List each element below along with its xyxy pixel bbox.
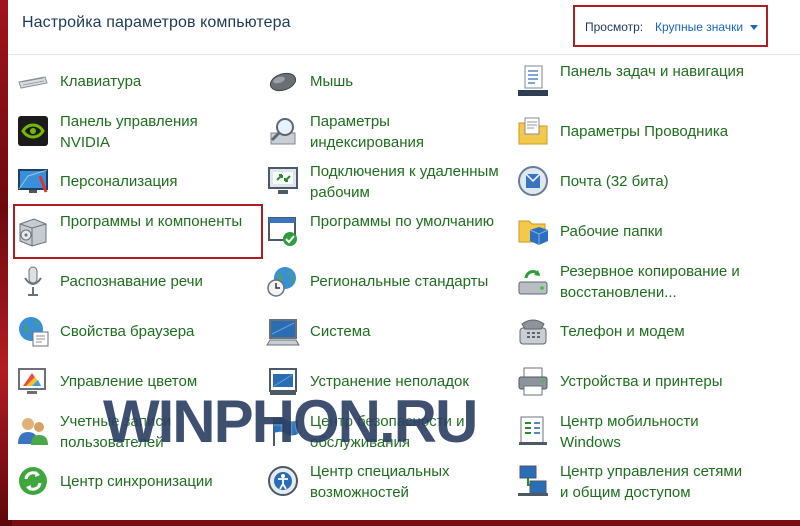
item-work-folders[interactable]: Рабочие папки bbox=[508, 206, 748, 256]
network-icon bbox=[518, 465, 548, 496]
item-label: Центр специальных возможностей bbox=[310, 463, 450, 501]
item-label: Региональные стандарты bbox=[310, 273, 489, 290]
highlight-box bbox=[13, 204, 263, 259]
item-label: Параметры индексирования bbox=[310, 113, 424, 151]
view-by-label: Просмотр: bbox=[585, 20, 644, 34]
item-devices-printers[interactable]: Устройства и принтеры bbox=[508, 356, 748, 406]
view-by-dropdown[interactable]: Крупные значки bbox=[655, 20, 759, 34]
troubleshooting-icon bbox=[269, 368, 297, 395]
item-label: Персонализация bbox=[60, 173, 178, 190]
item-label: Подключения к удаленным рабочим bbox=[310, 163, 499, 201]
taskbar-icon bbox=[518, 65, 548, 96]
item-backup[interactable]: Резервное копирование и восстановлени... bbox=[508, 256, 748, 306]
item-sync-center[interactable]: Центр синхронизации bbox=[8, 456, 248, 506]
chevron-down-icon bbox=[750, 25, 759, 31]
item-phone[interactable]: Телефон и модем bbox=[508, 306, 748, 356]
item-security-center[interactable]: Центр безопасности и обслуживания bbox=[258, 406, 498, 456]
system-icon bbox=[266, 319, 300, 346]
keyboard-icon bbox=[18, 76, 48, 89]
mouse-icon bbox=[269, 72, 297, 92]
item-label: Распознавание речи bbox=[60, 273, 203, 290]
item-label: Центр синхронизации bbox=[60, 473, 213, 490]
control-panel-items: Клавиатура Мышь Панель задач и навигация bbox=[8, 55, 800, 520]
item-label: Система bbox=[310, 323, 371, 340]
view-by-control: Просмотр: Крупные значки bbox=[573, 5, 768, 47]
personalization-icon bbox=[18, 169, 48, 193]
item-label: Устройства и принтеры bbox=[560, 373, 723, 390]
phone-icon bbox=[519, 319, 547, 345]
item-nvidia[interactable]: Панель управления NVIDIA bbox=[8, 106, 248, 156]
microphone-icon bbox=[24, 266, 42, 296]
printer-icon bbox=[518, 367, 548, 396]
folder-options-icon bbox=[518, 117, 548, 145]
item-label: Мышь bbox=[310, 73, 354, 90]
item-label: Параметры Проводника bbox=[560, 123, 729, 140]
item-label: Управление цветом bbox=[60, 373, 198, 390]
mail-icon bbox=[518, 166, 548, 196]
header-bar: Настройка параметров компьютера Просмотр… bbox=[8, 0, 800, 55]
item-label: Панель управления NVIDIA bbox=[60, 113, 198, 151]
item-label: Почта (32 бита) bbox=[560, 173, 669, 190]
users-icon bbox=[18, 418, 48, 445]
color-management-icon bbox=[18, 368, 46, 394]
item-accessibility[interactable]: Центр специальных возможностей bbox=[258, 456, 498, 506]
security-flag-icon bbox=[273, 417, 298, 446]
item-speech[interactable]: Распознавание речи bbox=[8, 256, 248, 306]
item-default-programs[interactable]: Программы по умолчанию bbox=[258, 206, 498, 256]
item-label: Устранение неполадок bbox=[310, 373, 469, 390]
item-label: Телефон и модем bbox=[560, 323, 685, 340]
item-personalization[interactable]: Персонализация bbox=[8, 156, 248, 206]
item-region[interactable]: Региональные стандарты bbox=[258, 256, 498, 306]
item-label: Резервное копирование и восстановлени... bbox=[560, 263, 740, 301]
item-label: Учетные записи пользователей bbox=[60, 413, 172, 451]
item-label: Клавиатура bbox=[60, 73, 142, 90]
item-keyboard[interactable]: Клавиатура bbox=[8, 56, 248, 106]
item-network-center[interactable]: Центр управления сетями и общим доступом bbox=[508, 456, 748, 506]
item-mail[interactable]: Почта (32 бита) bbox=[508, 156, 748, 206]
item-label: Рабочие папки bbox=[560, 223, 663, 240]
item-mobility-center[interactable]: Центр мобильности Windows bbox=[508, 406, 748, 456]
item-indexing[interactable]: Параметры индексирования bbox=[258, 106, 498, 156]
backup-icon bbox=[518, 270, 548, 295]
region-icon bbox=[267, 267, 296, 297]
item-troubleshooting[interactable]: Устранение неполадок bbox=[258, 356, 498, 406]
item-browser[interactable]: Свойства браузера bbox=[8, 306, 248, 356]
page-title: Настройка параметров компьютера bbox=[22, 14, 291, 31]
item-user-accounts[interactable]: Учетные записи пользователей bbox=[8, 406, 248, 456]
indexing-icon bbox=[270, 118, 296, 145]
default-programs-icon bbox=[268, 217, 297, 246]
item-label: Свойства браузера bbox=[60, 323, 195, 340]
control-panel-window: Настройка параметров компьютера Просмотр… bbox=[8, 0, 800, 520]
sync-icon bbox=[19, 467, 47, 495]
item-label: Панель задач и навигация bbox=[560, 63, 745, 80]
item-label: Программы по умолчанию bbox=[310, 213, 494, 230]
item-system[interactable]: Система bbox=[258, 306, 498, 356]
remote-connections-icon bbox=[268, 167, 298, 194]
view-by-value: Крупные значки bbox=[655, 20, 744, 34]
item-label: Центр управления сетями и общим доступом bbox=[560, 463, 743, 501]
item-taskbar[interactable]: Панель задач и навигация bbox=[508, 56, 748, 106]
nvidia-icon bbox=[18, 116, 48, 146]
browser-icon bbox=[19, 317, 49, 347]
work-folders-icon bbox=[518, 220, 549, 245]
item-color-management[interactable]: Управление цветом bbox=[8, 356, 248, 406]
item-label: Центр безопасности и обслуживания bbox=[310, 413, 465, 451]
item-label: Центр мобильности Windows bbox=[560, 413, 699, 451]
mobility-icon bbox=[519, 416, 547, 445]
item-remote-connections[interactable]: Подключения к удаленным рабочим bbox=[258, 156, 499, 206]
accessibility-icon bbox=[268, 466, 298, 496]
item-folder-options[interactable]: Параметры Проводника bbox=[508, 106, 748, 156]
item-mouse[interactable]: Мышь bbox=[258, 56, 498, 106]
